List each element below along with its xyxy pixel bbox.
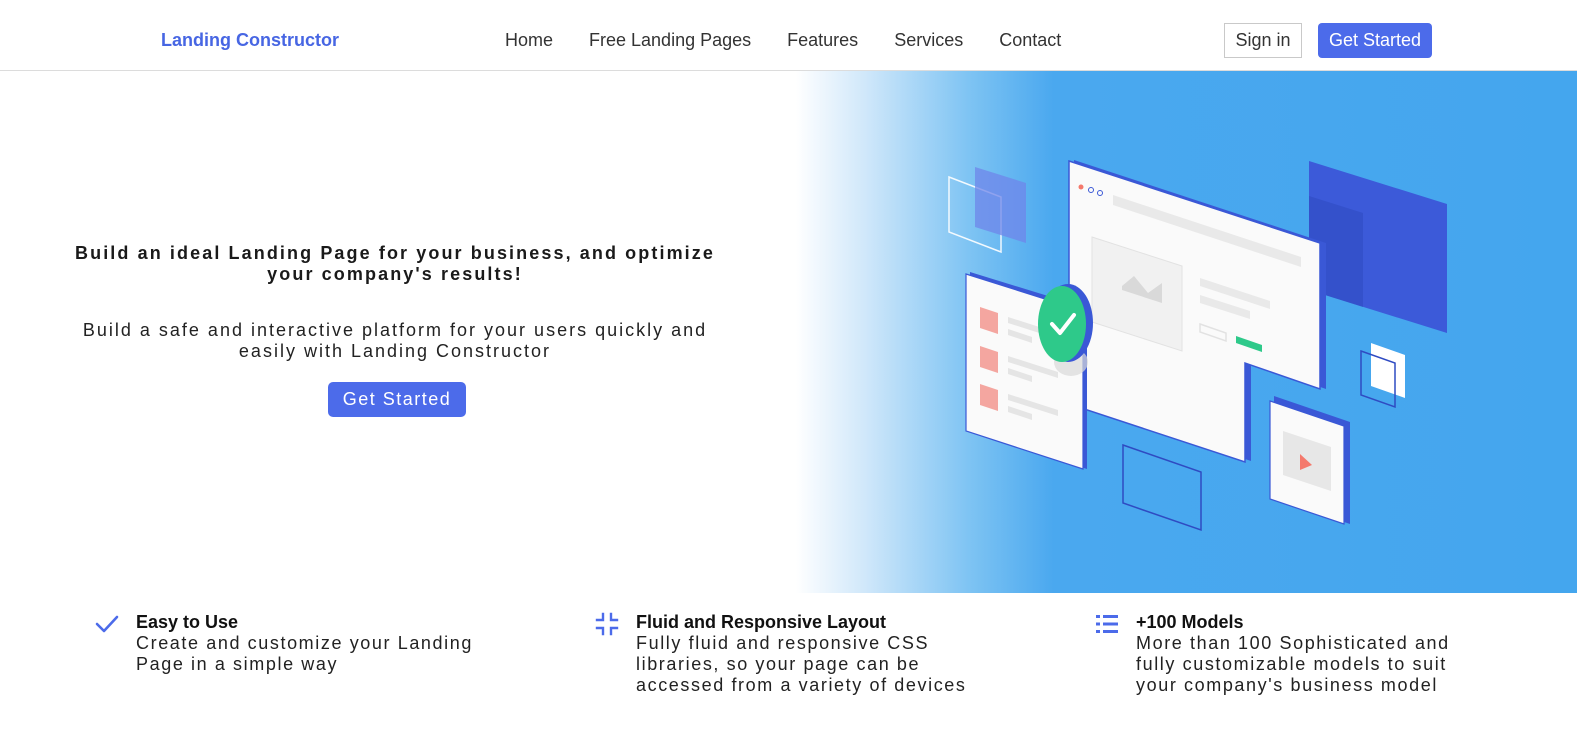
feature-description: More than 100 Sophisticated and fully cu… bbox=[1136, 633, 1450, 695]
hero-subtitle: Build a safe and interactive platform fo… bbox=[82, 320, 708, 361]
nav-link-home[interactable]: Home bbox=[505, 30, 553, 51]
hero-title: Build an ideal Landing Page for your bus… bbox=[75, 243, 715, 284]
feature-description: Create and customize your Landing Page i… bbox=[136, 633, 473, 674]
feature-description: Fully fluid and responsive CSS libraries… bbox=[636, 633, 967, 695]
navbar: Landing Constructor Home Free Landing Pa… bbox=[0, 0, 1577, 71]
compress-icon bbox=[595, 612, 619, 636]
isometric-web-illustration bbox=[948, 159, 1447, 532]
nav-link-contact[interactable]: Contact bbox=[999, 30, 1061, 51]
brand-logo[interactable]: Landing Constructor bbox=[161, 30, 339, 51]
main-nav: Home Free Landing Pages Features Service… bbox=[505, 30, 1061, 51]
nav-link-services[interactable]: Services bbox=[894, 30, 963, 51]
get-started-nav-button[interactable]: Get Started bbox=[1318, 23, 1432, 58]
feature-title: Easy to Use bbox=[136, 612, 239, 632]
feature-title: +100 Models bbox=[1136, 612, 1244, 632]
hero-get-started-button[interactable]: Get Started bbox=[328, 382, 466, 417]
hero-text: Build an ideal Landing Page for your bus… bbox=[60, 243, 730, 362]
hero-illustration bbox=[796, 71, 1577, 593]
feature-title: Fluid and Responsive Layout bbox=[636, 612, 887, 632]
nav-link-free-landing-pages[interactable]: Free Landing Pages bbox=[589, 30, 751, 51]
sign-in-button[interactable]: Sign in bbox=[1224, 23, 1302, 58]
list-icon bbox=[1095, 612, 1119, 636]
nav-link-features[interactable]: Features bbox=[787, 30, 858, 51]
check-icon bbox=[95, 612, 119, 636]
